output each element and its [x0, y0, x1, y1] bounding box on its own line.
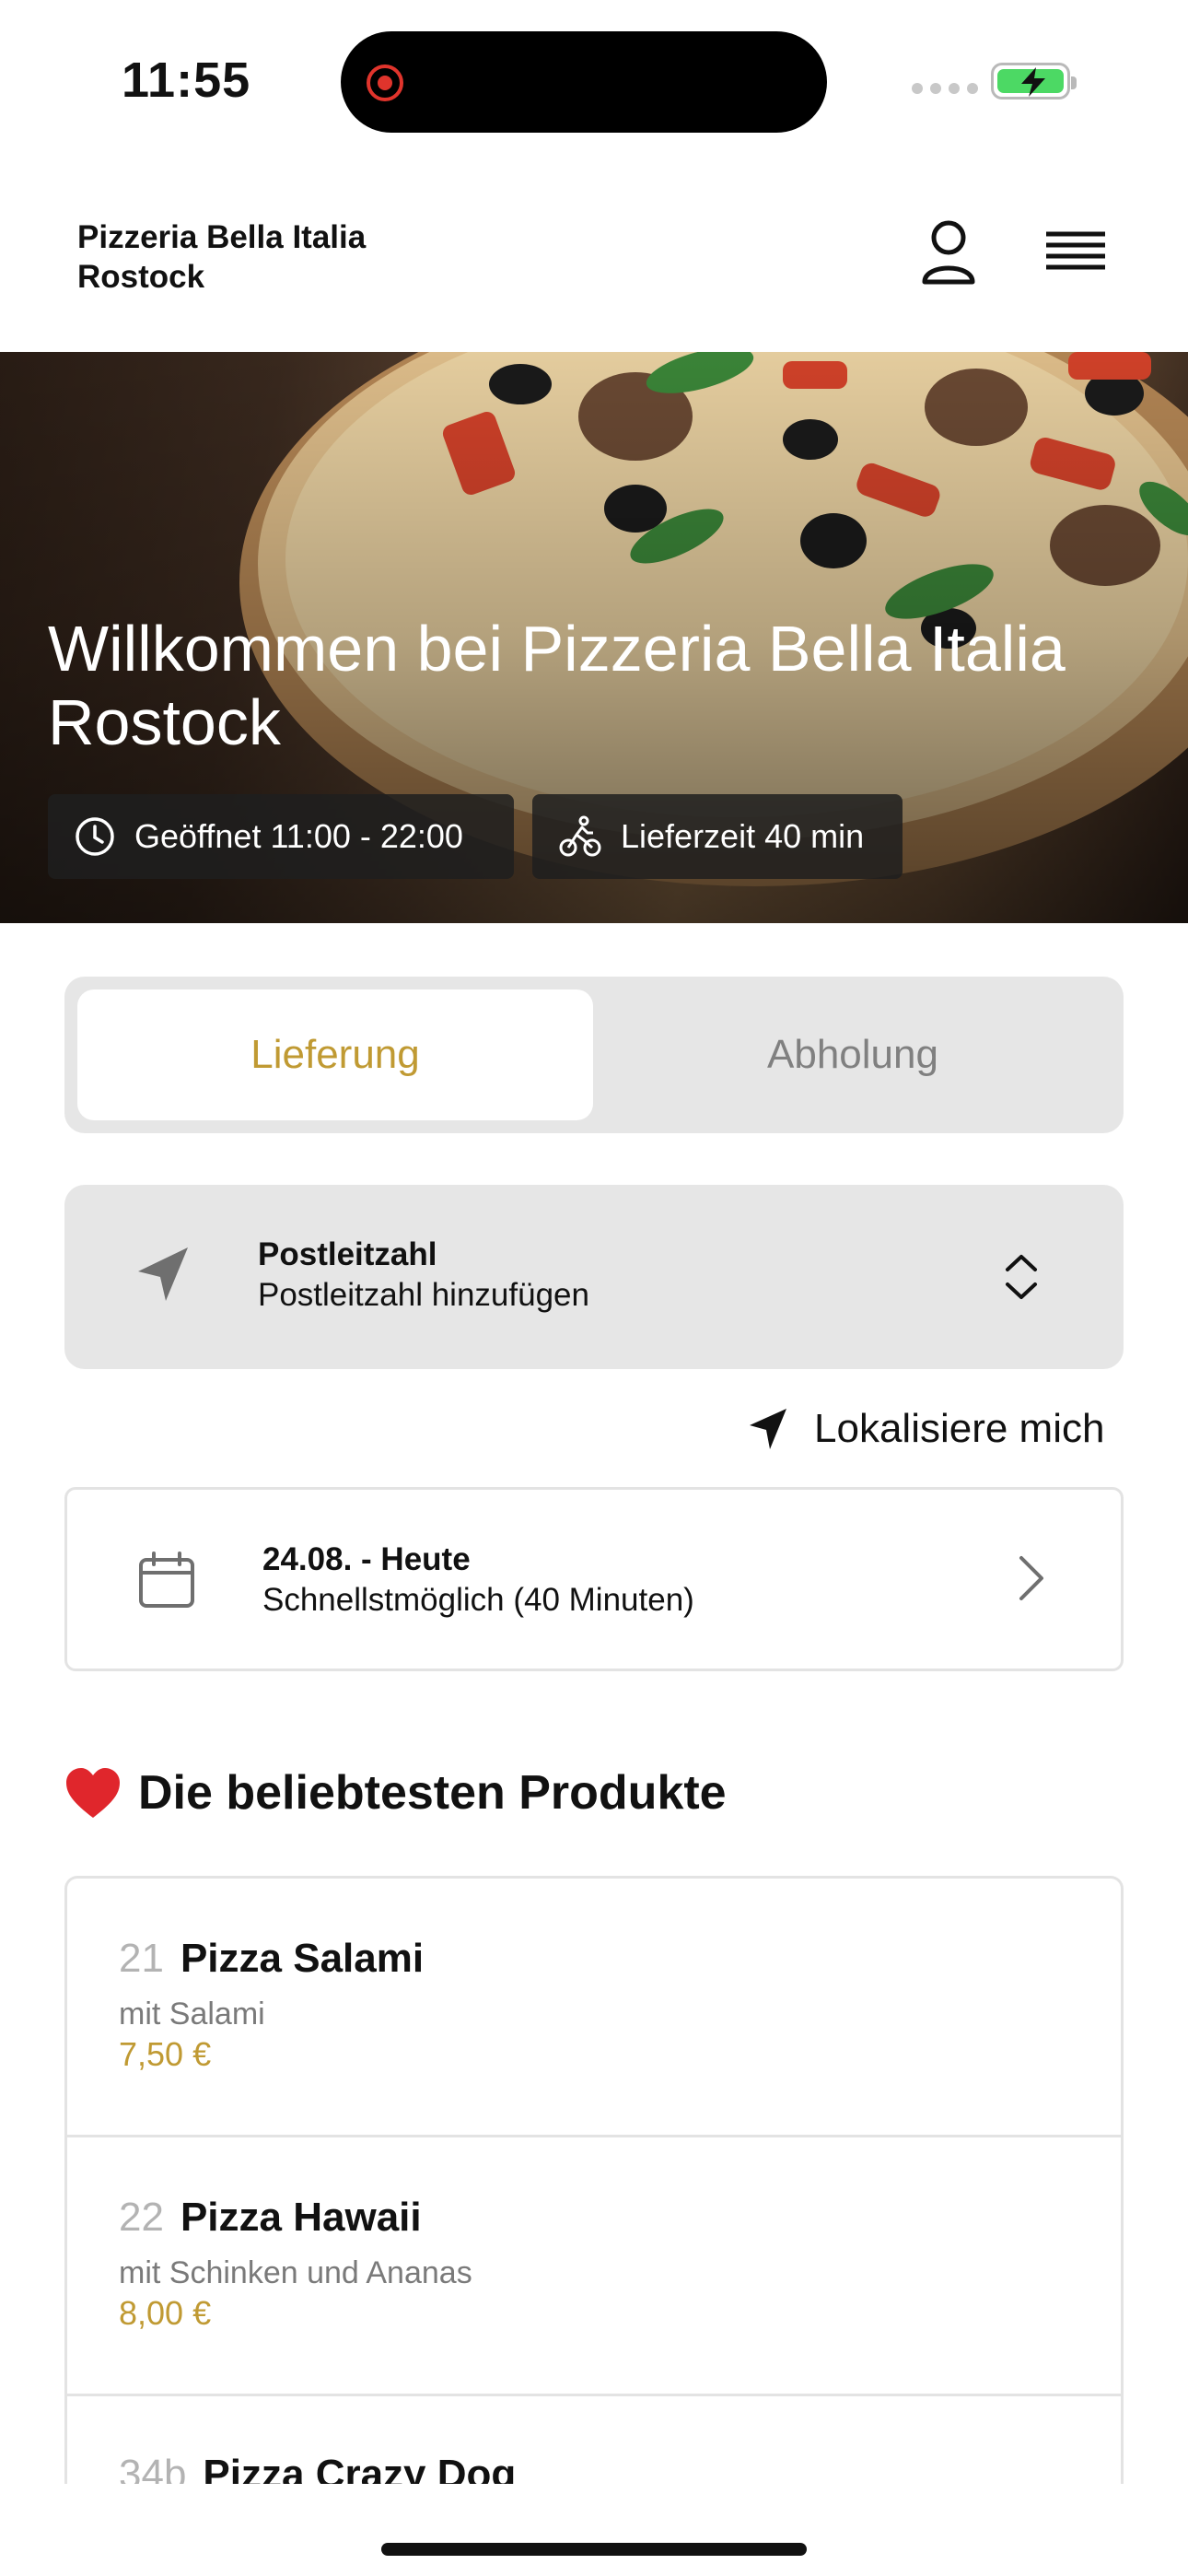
- postal-code-placeholder: Postleitzahl hinzufügen: [258, 1277, 589, 1313]
- product-price: 8,00 €: [119, 2294, 212, 2332]
- product-number: 22: [119, 2195, 164, 2240]
- delivery-time-text: Lieferzeit 40 min: [621, 817, 865, 855]
- tab-abholung[interactable]: Abholung: [595, 989, 1111, 1120]
- product-item[interactable]: 21 Pizza Salami mit Salami 7,50 €: [67, 1879, 1121, 2137]
- clock-icon: [76, 817, 114, 856]
- bicycle-courier-icon: [559, 815, 601, 857]
- chevron-right-icon: [1019, 1556, 1043, 1600]
- product-item[interactable]: 22 Pizza Hawaii mit Schinken und Ananas …: [67, 2137, 1121, 2396]
- delivery-time-badge: Lieferzeit 40 min: [532, 794, 903, 879]
- chevron-up-down-icon: [1006, 1255, 1037, 1299]
- status-time: 11:55: [122, 53, 251, 108]
- product-description: mit Schinken und Ananas: [119, 2255, 472, 2290]
- postal-code-label: Postleitzahl: [258, 1236, 437, 1272]
- product-number: 21: [119, 1936, 164, 1981]
- hamburger-menu-icon: [1046, 231, 1105, 270]
- order-mode-toggle: Lieferung Abholung: [64, 977, 1124, 1133]
- locate-me-label: Lokalisiere mich: [814, 1406, 1105, 1451]
- product-item[interactable]: 34b Pizza Crazy Dog: [67, 2396, 1121, 2484]
- user-icon: [922, 220, 975, 285]
- product-price: 7,50 €: [119, 2035, 212, 2073]
- calendar-icon: [139, 1551, 194, 1608]
- product-description: mit Salami: [119, 1996, 265, 2032]
- popular-products-list: 21 Pizza Salami mit Salami 7,50 € 22 Piz…: [64, 1876, 1124, 2484]
- home-indicator[interactable]: [381, 2543, 807, 2556]
- brand-line-1: Pizzeria Bella Italia: [77, 219, 367, 255]
- app-header: Pizzeria Bella Italia Rostock: [0, 157, 1188, 352]
- opening-hours-text: Geöffnet 11:00 - 22:00: [134, 817, 463, 855]
- hero-banner: Willkommen bei Pizzeria Bella Italia Ros…: [0, 352, 1188, 923]
- welcome-title: Willkommen bei Pizzeria Bella Italia Ros…: [48, 613, 1066, 758]
- product-name: Pizza Salami: [180, 1936, 425, 1981]
- location-arrow-icon: [138, 1247, 188, 1301]
- product-name: Pizza Crazy Dog: [203, 2452, 517, 2484]
- dynamic-island: [341, 31, 827, 133]
- delivery-time-selector[interactable]: 24.08. - Heute Schnellstmöglich (40 Minu…: [64, 1487, 1124, 1671]
- locate-me-button[interactable]: Lokalisiere mich: [748, 1400, 1104, 1458]
- account-button[interactable]: [912, 216, 985, 289]
- postal-code-selector[interactable]: Postleitzahl Postleitzahl hinzufügen: [64, 1185, 1124, 1369]
- recording-indicator-icon: [367, 64, 403, 101]
- heart-icon: [66, 1768, 120, 1818]
- cellular-signal-icon: [912, 83, 978, 94]
- delivery-time-option: Schnellstmöglich (40 Minuten): [262, 1582, 694, 1618]
- tab-lieferung[interactable]: Lieferung: [77, 989, 593, 1120]
- delivery-date: 24.08. - Heute: [262, 1541, 471, 1577]
- product-number: 34b: [119, 2452, 187, 2484]
- battery-charging-icon: [991, 63, 1077, 100]
- menu-button[interactable]: [1039, 216, 1112, 289]
- brand-line-2: Rostock: [77, 259, 205, 295]
- location-arrow-icon: [750, 1409, 786, 1449]
- popular-products-title: Die beliebtesten Produkte: [138, 1766, 727, 1820]
- popular-products-heading: Die beliebtesten Produkte: [64, 1765, 727, 1821]
- opening-hours-badge: Geöffnet 11:00 - 22:00: [48, 794, 514, 879]
- status-bar: 11:55: [0, 0, 1188, 157]
- restaurant-name[interactable]: Pizzeria Bella Italia Rostock: [77, 217, 366, 297]
- product-name: Pizza Hawaii: [180, 2195, 422, 2240]
